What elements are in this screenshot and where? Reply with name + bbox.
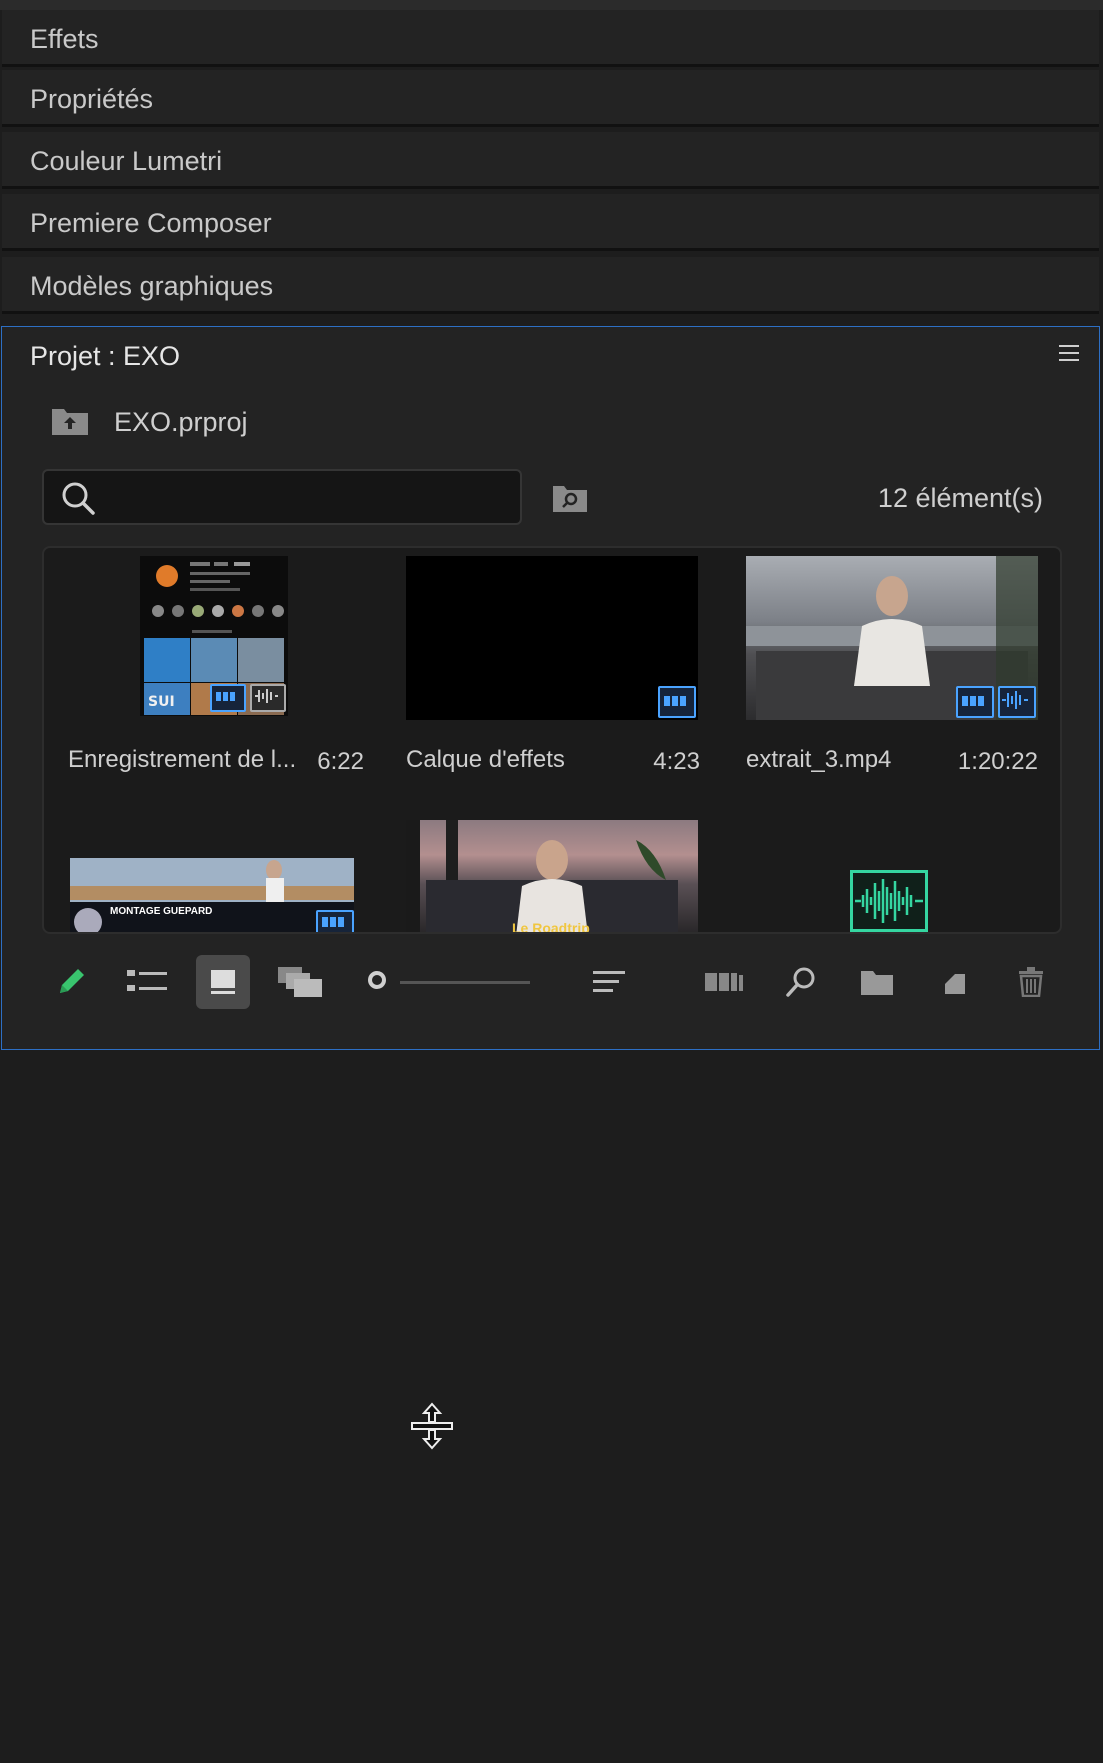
media-duration: 4:23 [653, 748, 700, 775]
media-thumbnail[interactable]: Le Roadtrip [406, 820, 698, 934]
panel-premiere-composer[interactable]: Premiere Composer [2, 194, 1099, 251]
audio-badge-icon [998, 686, 1036, 718]
media-thumbnail[interactable]: MONTAGE GUEPARD [70, 858, 354, 932]
panel-proprietes[interactable]: Propriétés [2, 70, 1099, 127]
media-duration: 6:22 [317, 748, 364, 775]
panel-couleur-lumetri[interactable]: Couleur Lumetri [2, 132, 1099, 189]
sort-icon[interactable] [582, 955, 636, 1009]
svg-text:SUI: SUI [148, 694, 175, 710]
panel-label: Propriétés [30, 84, 154, 114]
media-name: extrait_3.mp4 [746, 746, 892, 773]
freeform-view-icon[interactable] [274, 955, 328, 1009]
panel-menu-icon[interactable] [1059, 345, 1079, 365]
zoom-slider-knob[interactable] [368, 971, 386, 989]
video-badge-icon [210, 684, 246, 712]
top-strip [0, 0, 1103, 10]
project-panel: Projet : EXO EXO.prproj 12 élément(s) SU… [1, 326, 1100, 1050]
search-icon [62, 482, 95, 515]
trash-icon[interactable] [1004, 955, 1058, 1009]
panel-modeles-graphiques[interactable]: Modèles graphiques [2, 257, 1099, 314]
zoom-slider-track[interactable] [400, 981, 530, 984]
list-view-icon[interactable] [120, 955, 174, 1009]
media-thumbnail[interactable]: SUI [140, 556, 288, 716]
audio-badge-icon [250, 684, 286, 712]
pencil-icon[interactable] [44, 955, 98, 1009]
media-duration: 1:20:22 [957, 748, 1038, 775]
media-thumbnail[interactable] [746, 556, 1038, 720]
panel-label: Modèles graphiques [30, 271, 274, 301]
icon-view-icon[interactable] [196, 955, 250, 1009]
new-bin-icon[interactable] [850, 955, 904, 1009]
panel-label: Couleur Lumetri [30, 146, 223, 176]
media-thumbnail[interactable] [406, 556, 698, 720]
project-toolbar [2, 947, 1099, 1017]
project-title[interactable]: Projet : EXO [30, 341, 180, 372]
panel-effets[interactable]: Effets [2, 10, 1099, 67]
video-badge-icon [658, 686, 696, 718]
media-grid: SUI Enregistrement de l... 6:22 Calque d… [42, 546, 1062, 934]
project-file-name: EXO.prproj [114, 407, 248, 437]
thumbnail-overlay-text: Le Roadtrip [512, 920, 590, 934]
video-badge-icon [956, 686, 994, 718]
media-name: Calque d'effets [406, 746, 565, 773]
find-icon[interactable] [774, 955, 828, 1009]
create-search-bin-icon[interactable] [552, 483, 588, 513]
parent-bin-icon[interactable] [50, 405, 90, 437]
search-field[interactable] [42, 469, 522, 525]
video-badge-icon [316, 910, 354, 932]
resize-cursor-icon [411, 1402, 453, 1450]
new-item-icon[interactable] [928, 955, 982, 1009]
panel-label: Premiere Composer [30, 208, 272, 238]
media-name: Enregistrement de l... [68, 746, 297, 773]
panel-label: Effets [30, 24, 99, 54]
audio-waveform-icon[interactable] [850, 870, 928, 932]
automate-to-sequence-icon[interactable] [698, 955, 752, 1009]
search-input[interactable] [108, 479, 512, 517]
thumbnail-overlay-text: MONTAGE GUEPARD [110, 906, 213, 917]
item-count: 12 élément(s) [877, 483, 1043, 513]
